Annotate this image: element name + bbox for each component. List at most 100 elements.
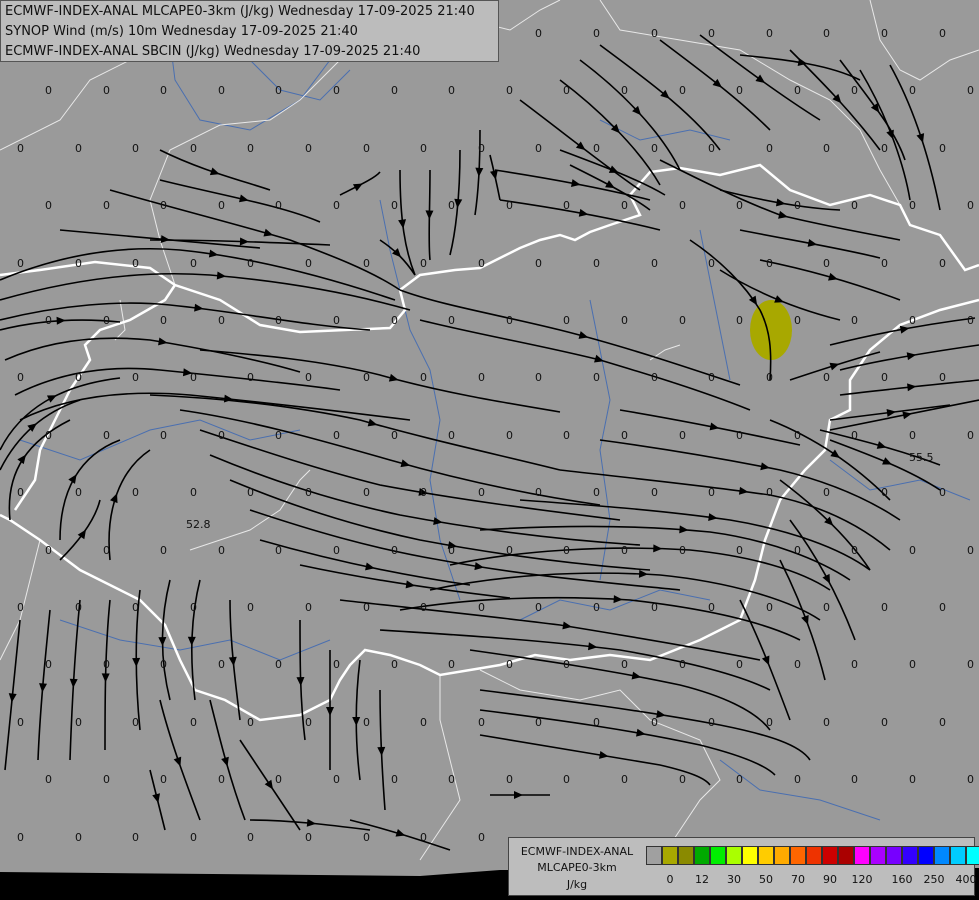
cin-zero-label: 0: [363, 716, 370, 729]
cin-zero-label: 0: [75, 486, 82, 499]
cin-zero-label: 0: [794, 658, 801, 671]
cin-zero-label: 0: [247, 142, 254, 155]
cin-zero-label: 0: [651, 142, 658, 155]
cin-zero-label: 0: [794, 773, 801, 786]
cin-zero-label: 0: [563, 199, 570, 212]
legend-swatch: [742, 846, 758, 865]
cin-zero-label: 0: [160, 773, 167, 786]
cin-zero-label: 0: [939, 486, 946, 499]
cin-zero-label: 0: [247, 371, 254, 384]
map-background: [0, 0, 979, 900]
cin-zero-label: 0: [563, 429, 570, 442]
cin-zero-label: 0: [391, 84, 398, 97]
cin-zero-label: 0: [679, 84, 686, 97]
cin-zero-label: 0: [679, 314, 686, 327]
cin-zero-label: 0: [851, 84, 858, 97]
cin-zero-label: 0: [45, 429, 52, 442]
cin-zero-label: 0: [736, 429, 743, 442]
legend-tick-label: 12: [695, 873, 709, 886]
legend-swatch: [758, 846, 774, 865]
cin-zero-label: 0: [593, 601, 600, 614]
cin-zero-label: 0: [75, 716, 82, 729]
cin-zero-label: 0: [45, 84, 52, 97]
cin-zero-label: 0: [651, 601, 658, 614]
cin-zero-label: 0: [333, 773, 340, 786]
cin-zero-label: 0: [506, 429, 513, 442]
legend-swatch: [646, 846, 662, 865]
cin-zero-label: 0: [851, 199, 858, 212]
cin-zero-label: 0: [736, 84, 743, 97]
cin-zero-label: 0: [593, 257, 600, 270]
cin-zero-label: 0: [218, 84, 225, 97]
cin-zero-label: 0: [478, 142, 485, 155]
cin-zero-label: 0: [420, 601, 427, 614]
legend-swatch: [726, 846, 742, 865]
cin-zero-label: 0: [275, 773, 282, 786]
cin-zero-label: 0: [448, 429, 455, 442]
cin-zero-label: 0: [247, 716, 254, 729]
cin-zero-label: 0: [506, 84, 513, 97]
cin-zero-label: 0: [75, 142, 82, 155]
cin-zero-label: 0: [160, 544, 167, 557]
cin-zero-label: 0: [563, 84, 570, 97]
cin-zero-label: 0: [75, 601, 82, 614]
cin-zero-label: 0: [363, 142, 370, 155]
cin-zero-label: 0: [708, 371, 715, 384]
color-legend: ECMWF-INDEX-ANAL MLCAPE0-3km J/kg 0 12 30 5…: [508, 837, 979, 896]
cin-zero-label: 0: [967, 429, 974, 442]
cin-zero-label: 0: [794, 544, 801, 557]
cin-zero-label: 0: [190, 371, 197, 384]
cin-zero-label: 0: [967, 314, 974, 327]
cin-zero-label: 0: [736, 199, 743, 212]
cin-zero-label: 0: [535, 27, 542, 40]
title-cape: ECMWF-INDEX-ANAL MLCAPE0-3km (J/kg) Wedn…: [5, 4, 475, 19]
cin-zero-label: 0: [190, 716, 197, 729]
legend-tick-label: 90: [823, 873, 837, 886]
legend-tick-label: 70: [791, 873, 805, 886]
cin-zero-label: 0: [736, 658, 743, 671]
cin-zero-label: 0: [132, 601, 139, 614]
legend-tick-label: 250: [923, 873, 945, 886]
cin-zero-label: 0: [333, 199, 340, 212]
cin-zero-label: 0: [535, 601, 542, 614]
cin-zero-label: 0: [651, 371, 658, 384]
cin-zero-label: 0: [305, 142, 312, 155]
legend-swatch: [710, 846, 726, 865]
cin-zero-label: 0: [766, 257, 773, 270]
cin-zero-label: 0: [593, 716, 600, 729]
cin-zero-label: 0: [881, 601, 888, 614]
cin-zero-label: 0: [448, 199, 455, 212]
cin-zero-label: 0: [881, 257, 888, 270]
cin-zero-label: 0: [851, 773, 858, 786]
cin-zero-label: 0: [593, 486, 600, 499]
cin-zero-label: 0: [45, 773, 52, 786]
cin-zero-label: 0: [851, 544, 858, 557]
cin-zero-label: 0: [247, 486, 254, 499]
legend-swatch: [678, 846, 694, 865]
cin-zero-label: 0: [305, 601, 312, 614]
cin-zero-label: 0: [967, 773, 974, 786]
cin-zero-label: 0: [17, 371, 24, 384]
cin-zero-label: 0: [103, 429, 110, 442]
cin-zero-label: 0: [708, 257, 715, 270]
cin-zero-label: 0: [478, 601, 485, 614]
cin-zero-label: 0: [823, 371, 830, 384]
cin-zero-label: 0: [333, 84, 340, 97]
cin-zero-label: 0: [563, 314, 570, 327]
cin-zero-label: 0: [132, 486, 139, 499]
cin-zero-label: 0: [218, 773, 225, 786]
cin-zero-label: 0: [448, 773, 455, 786]
cin-zero-label: 0: [275, 84, 282, 97]
title-wind: SYNOP Wind (m/s) 10m Wednesday 17-09-202…: [5, 24, 358, 39]
cin-zero-label: 0: [939, 716, 946, 729]
cin-zero-label: 0: [506, 658, 513, 671]
cin-zero-label: 0: [939, 601, 946, 614]
legend-swatch: [886, 846, 902, 865]
cin-zero-label: 0: [190, 142, 197, 155]
cin-zero-label: 0: [679, 658, 686, 671]
cin-zero-label: 0: [823, 257, 830, 270]
cin-zero-label: 0: [881, 371, 888, 384]
cin-zero-label: 0: [766, 716, 773, 729]
legend-swatch: [790, 846, 806, 865]
title-cin: ECMWF-INDEX-ANAL SBCIN (J/kg) Wednesday …: [5, 44, 421, 59]
